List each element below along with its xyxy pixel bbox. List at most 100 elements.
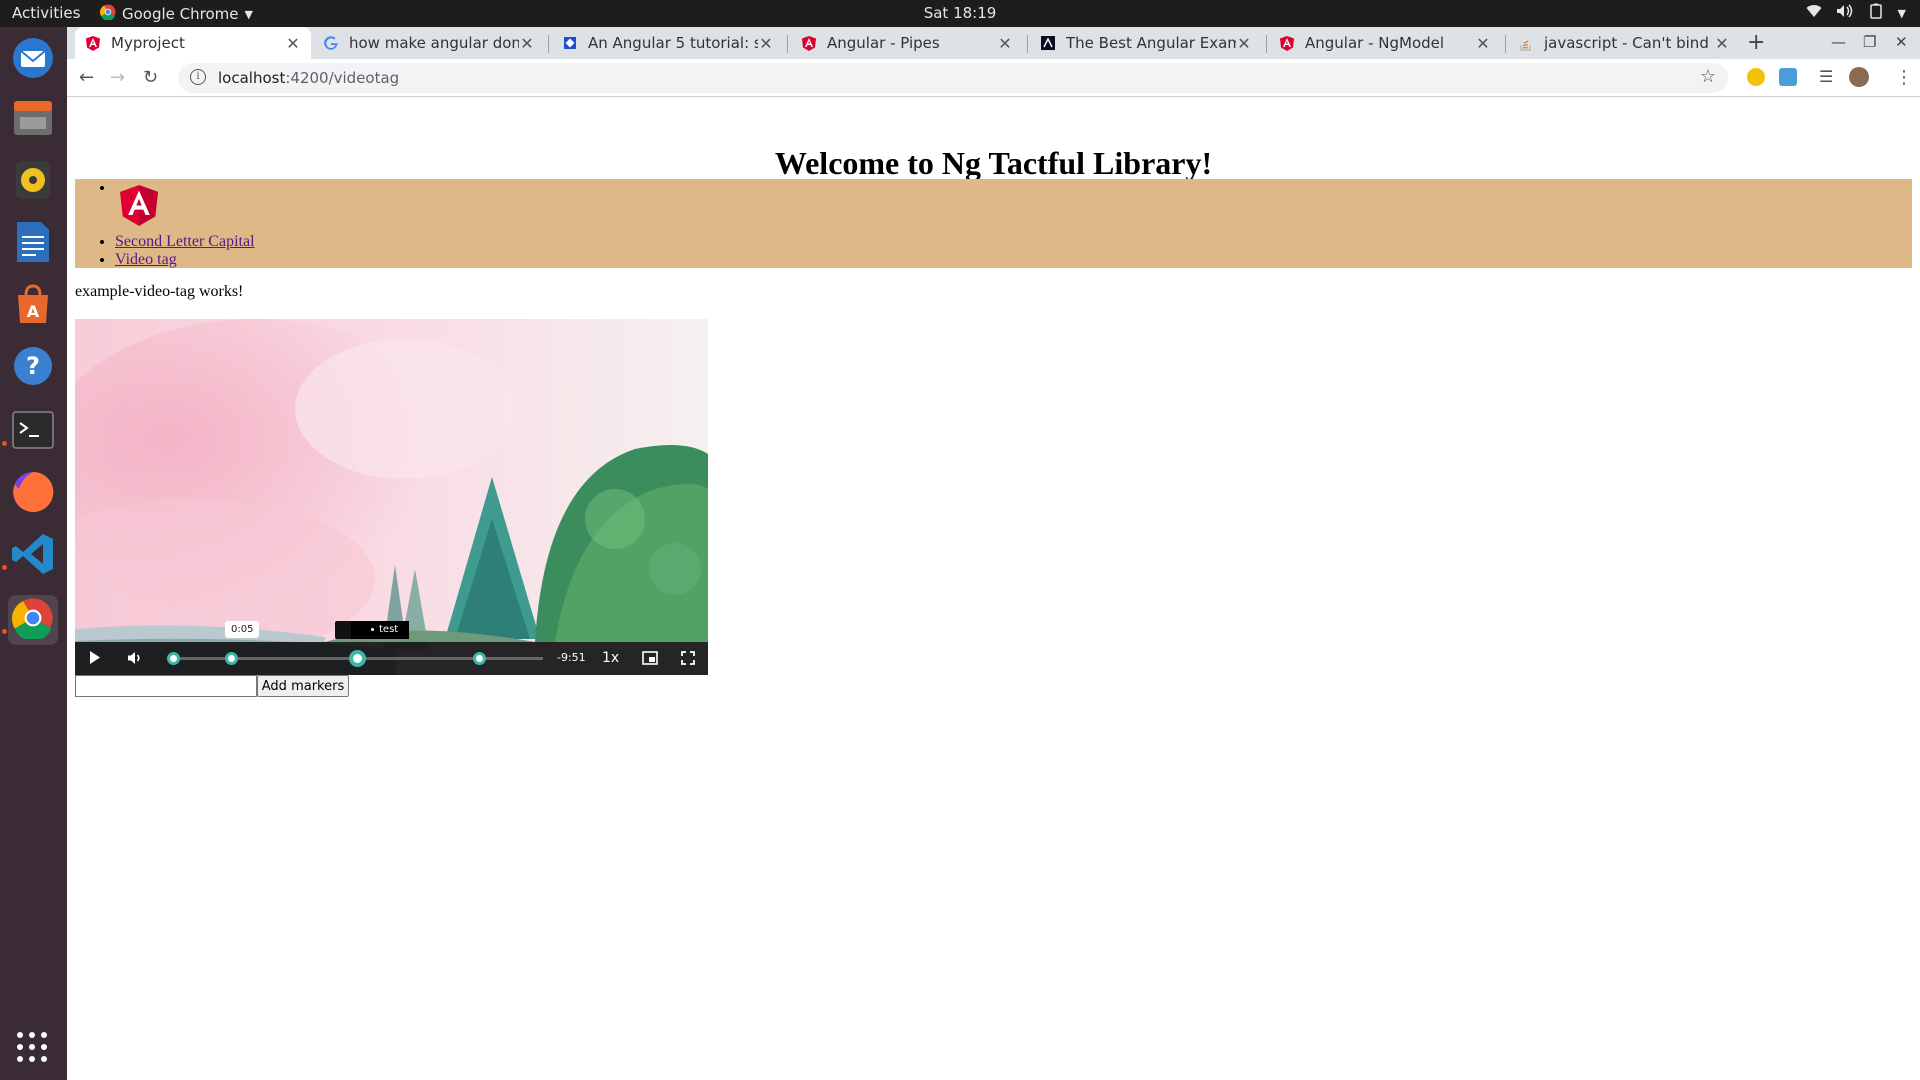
system-menu-caret-icon: ▼ — [1897, 6, 1906, 20]
running-indicator — [2, 629, 7, 634]
progress-marker[interactable] — [225, 652, 238, 665]
angular-icon — [801, 35, 817, 51]
back-icon[interactable]: ← — [79, 67, 94, 88]
files-icon — [12, 97, 54, 143]
time-tooltip: 0:05 — [225, 621, 260, 638]
tab-separator — [548, 35, 549, 53]
dock-help[interactable]: ? — [8, 343, 58, 393]
close-icon[interactable]: ✕ — [1475, 34, 1491, 53]
nav-logo-item — [115, 179, 255, 233]
add-markers-button[interactable]: Add markers — [257, 675, 349, 697]
dock-terminal[interactable] — [8, 407, 58, 457]
nav-item: Video tag — [115, 251, 255, 269]
activities-button[interactable]: Activities — [12, 4, 80, 22]
ubuntu-dock: A ? — [0, 27, 67, 1080]
url-path: :4200/videotag — [285, 69, 400, 87]
tab-stackoverflow[interactable]: javascript - Can't bind to ' ✕ — [1508, 27, 1740, 59]
kebab-menu-icon[interactable]: ⋮ — [1895, 67, 1913, 88]
close-icon[interactable]: ✕ — [1714, 34, 1730, 53]
profile-avatar[interactable] — [1849, 67, 1869, 87]
fullscreen-icon[interactable] — [681, 651, 695, 668]
url-host: localhost — [218, 69, 286, 87]
angular-logo-icon[interactable] — [120, 185, 158, 231]
media-control-icon[interactable]: ☰ — [1819, 67, 1833, 86]
close-icon[interactable]: ✕ — [758, 34, 774, 53]
volume-icon[interactable] — [127, 651, 143, 668]
playback-speed-button[interactable]: 1x — [602, 650, 619, 666]
tab-separator — [1027, 35, 1028, 53]
writer-icon — [13, 220, 53, 268]
progress-bar[interactable] — [167, 650, 543, 667]
app-menu-label: Google Chrome — [122, 5, 239, 23]
progress-marker[interactable] — [167, 652, 180, 665]
close-window-icon[interactable]: ✕ — [1895, 33, 1908, 51]
app-menu[interactable]: Google Chrome ▼ — [99, 4, 253, 24]
stackoverflow-icon — [1518, 35, 1534, 51]
remaining-time: -9:51 — [557, 651, 586, 664]
thunderbird-icon — [11, 36, 55, 84]
url-text[interactable]: localhost:4200/videotag — [218, 69, 399, 87]
nav-item: Second Letter Capital — [115, 233, 255, 251]
dock-thunderbird[interactable] — [8, 35, 58, 85]
tab-title: javascript - Can't bind to ' — [1544, 34, 1714, 52]
toptal-icon — [562, 35, 578, 51]
close-icon[interactable]: ✕ — [519, 34, 535, 53]
tab-myproject[interactable]: Myproject ✕ — [75, 27, 311, 59]
play-icon[interactable] — [89, 651, 101, 667]
terminal-icon — [12, 411, 54, 453]
close-icon[interactable]: ✕ — [285, 34, 301, 53]
clock[interactable]: Sat 18:19 — [924, 4, 997, 22]
wifi-icon — [1806, 4, 1822, 22]
tab-angular-pipes[interactable]: Angular - Pipes ✕ — [791, 27, 1023, 59]
tab-best-angular-examples[interactable]: The Best Angular Exampl ✕ — [1030, 27, 1262, 59]
tab-title: Myproject — [111, 34, 185, 52]
forward-icon[interactable]: → — [110, 67, 125, 88]
dock-chrome[interactable] — [8, 595, 58, 645]
angular-icon — [1279, 35, 1295, 51]
show-applications-button[interactable] — [14, 1029, 50, 1069]
software-icon: A — [12, 283, 54, 329]
dock-vscode[interactable] — [8, 531, 58, 581]
progress-marker-active[interactable] — [349, 650, 366, 667]
system-tray[interactable]: ▼ — [1806, 3, 1906, 23]
close-icon[interactable]: ✕ — [997, 34, 1013, 53]
page-title: Welcome to Ng Tactful Library! — [774, 145, 1213, 181]
dock-writer[interactable] — [8, 219, 58, 269]
battery-icon — [1868, 3, 1884, 23]
bookmark-star-icon[interactable]: ☆ — [1700, 66, 1716, 87]
dock-firefox[interactable] — [8, 469, 58, 519]
tab-google-search[interactable]: how make angular dont w ✕ — [313, 27, 545, 59]
picture-in-picture-icon[interactable] — [642, 651, 658, 668]
tab-angular-ngmodel[interactable]: Angular - NgModel ✕ — [1269, 27, 1501, 59]
nav-link-second-letter-capital[interactable]: Second Letter Capital — [115, 233, 255, 250]
tab-separator — [787, 35, 788, 53]
info-icon[interactable]: i — [190, 69, 206, 85]
gnome-top-bar: Activities Google Chrome ▼ Sat 18:19 ▼ — [0, 0, 1920, 27]
running-indicator — [2, 565, 7, 570]
marker-input[interactable] — [75, 675, 257, 697]
new-tab-button[interactable]: + — [1747, 30, 1765, 55]
dock-files[interactable] — [8, 95, 58, 145]
close-icon[interactable]: ✕ — [1236, 34, 1252, 53]
reload-icon[interactable]: ↻ — [143, 67, 158, 88]
address-bar[interactable]: i localhost:4200/videotag ☆ — [178, 63, 1728, 93]
minimize-icon[interactable]: — — [1831, 33, 1846, 51]
progress-marker[interactable] — [473, 652, 486, 665]
tab-separator — [1505, 35, 1506, 53]
vscode-icon — [11, 532, 55, 580]
freecodecamp-icon — [1040, 35, 1056, 51]
tab-title: The Best Angular Exampl — [1066, 34, 1236, 52]
extension-icon[interactable] — [1747, 68, 1765, 86]
nav-link-video-tag[interactable]: Video tag — [115, 251, 177, 268]
dock-rhythmbox[interactable] — [8, 157, 58, 207]
video-player[interactable]: -9:51 1x 0:05 test — [75, 319, 708, 675]
tab-strip: Myproject ✕ how make angular dont w ✕ An… — [67, 27, 1920, 59]
chrome-window: Myproject ✕ how make angular dont w ✕ An… — [67, 27, 1920, 1080]
firefox-icon — [11, 470, 55, 518]
page-viewport: Welcome to Ng Tactful Library! Second Le… — [67, 97, 1920, 1080]
extension-icon[interactable] — [1779, 68, 1797, 86]
tab-angular5-tutorial[interactable]: An Angular 5 tutorial: ste ✕ — [552, 27, 784, 59]
dock-software[interactable]: A — [8, 281, 58, 331]
restore-icon[interactable]: ❐ — [1863, 33, 1876, 51]
marker-tooltip-text: test — [379, 624, 399, 635]
